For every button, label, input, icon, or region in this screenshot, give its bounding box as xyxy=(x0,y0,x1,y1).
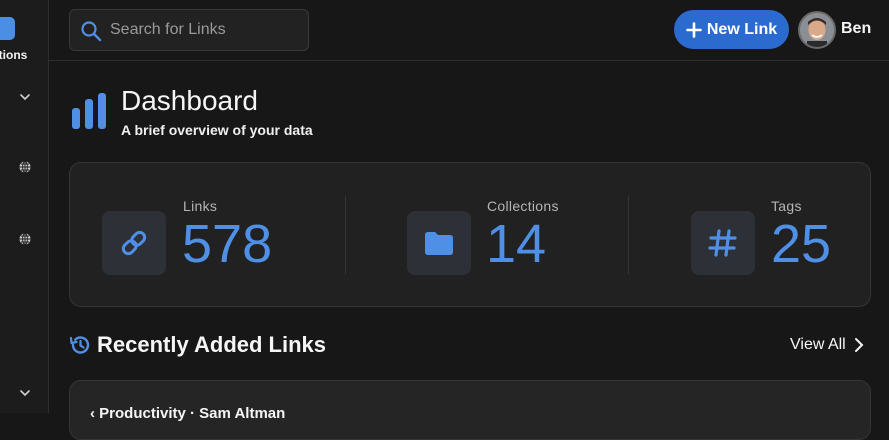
globe-icon[interactable] xyxy=(18,160,32,174)
sidebar: ctions xyxy=(0,0,49,413)
stat-divider xyxy=(345,196,346,274)
links-stat-label: Links xyxy=(183,198,218,214)
avatar[interactable] xyxy=(798,11,836,49)
stats-panel: Links 578 Collections 14 Tags 25 xyxy=(69,162,871,307)
view-all-label: View All xyxy=(790,336,846,353)
tags-stat-icon-box xyxy=(691,211,755,275)
new-link-button[interactable]: New Link xyxy=(674,10,789,49)
folder-icon xyxy=(425,232,453,255)
link-card[interactable]: ‹ Productivity · Sam Altman xyxy=(69,380,871,440)
chevron-down-icon[interactable] xyxy=(18,90,32,104)
links-stat-icon-box xyxy=(102,211,166,275)
collections-stat-label: Collections xyxy=(487,198,559,214)
top-bar: New Link Ben xyxy=(49,0,889,61)
recent-links-title: Recently Added Links xyxy=(97,332,327,357)
plus-icon xyxy=(686,21,702,38)
search-input[interactable] xyxy=(110,10,300,50)
collections-stat-icon-box xyxy=(407,211,471,275)
chevron-down-icon[interactable] xyxy=(18,386,32,400)
user-photo-icon xyxy=(800,13,834,47)
search-icon xyxy=(81,21,102,42)
search-box[interactable] xyxy=(69,9,309,51)
view-all-link[interactable]: View All xyxy=(790,336,864,354)
page-subtitle: A brief overview of your data xyxy=(121,122,313,138)
page-title: Dashboard xyxy=(121,85,258,116)
globe-icon[interactable] xyxy=(18,232,32,246)
history-icon xyxy=(69,336,90,354)
user-name[interactable]: Ben xyxy=(841,20,871,38)
bar-chart-icon xyxy=(72,93,106,129)
sidebar-collections-label[interactable]: ctions xyxy=(0,48,27,62)
link-icon xyxy=(121,230,147,256)
hashtag-icon xyxy=(708,229,737,257)
new-link-label: New Link xyxy=(706,20,778,38)
collections-stat-value: 14 xyxy=(486,214,547,274)
links-stat-value: 578 xyxy=(182,214,273,274)
chevron-right-icon xyxy=(854,338,864,352)
tags-stat-label: Tags xyxy=(771,198,802,214)
collections-icon[interactable] xyxy=(0,17,15,40)
link-card-collection: ‹ Productivity · Sam Altman xyxy=(90,405,286,422)
tags-stat-value: 25 xyxy=(771,214,832,274)
stat-divider xyxy=(628,196,629,274)
